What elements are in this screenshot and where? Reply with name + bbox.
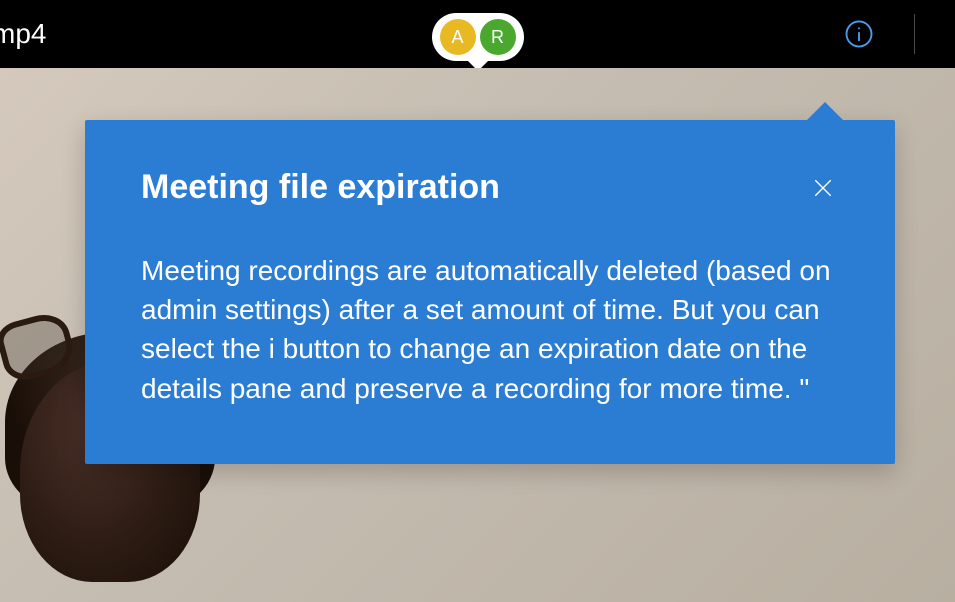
close-icon (812, 177, 834, 199)
avatar-user-a[interactable]: A (440, 19, 476, 55)
avatar-user-r[interactable]: R (480, 19, 516, 55)
tooltip-header: Meeting file expiration (141, 168, 839, 207)
avatar-initial: R (491, 27, 504, 48)
header-divider (914, 14, 915, 54)
tooltip-body: Meeting recordings are automatically del… (141, 251, 839, 408)
info-button[interactable] (843, 18, 875, 50)
avatar-initial: A (451, 27, 463, 48)
presence-avatars-pill[interactable]: A R (432, 13, 524, 61)
tooltip-close-button[interactable] (807, 172, 839, 204)
expiration-tooltip: Meeting file expiration Meeting recordin… (85, 120, 895, 464)
info-icon (844, 19, 874, 49)
header-bar: mp4 A R (0, 0, 955, 68)
file-name: mp4 (0, 18, 46, 50)
tooltip-title: Meeting file expiration (141, 168, 500, 207)
